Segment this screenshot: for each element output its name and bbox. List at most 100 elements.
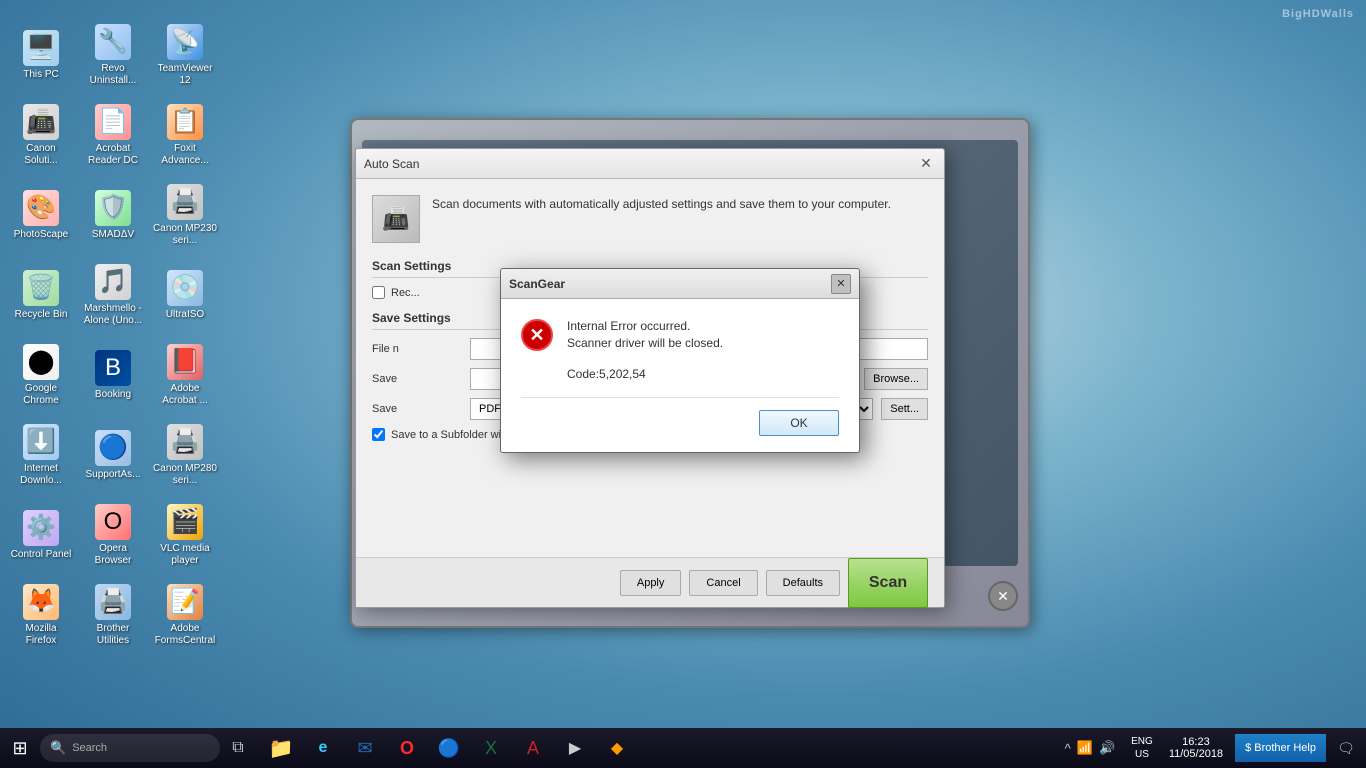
icon-image-ultraiso: 💿 [167,270,203,306]
cancel-button[interactable]: Cancel [689,570,757,596]
file-name-label: File n [372,343,462,355]
icon-label-foxit-advanced: Foxit Advance... [153,143,217,167]
icon-image-smadav: 🛡️ [95,190,131,226]
icon-label-revo-uninstall: Revo Uninstall... [81,63,145,87]
taskbar-app-outlook[interactable]: ✉ [344,728,386,768]
desktop-icon-adobe-forms[interactable]: 📝 Adobe FormsCentral [149,575,221,655]
system-tray: ^ 📶 🔊 [1057,728,1123,768]
search-box[interactable]: 🔍 Search [40,734,220,762]
icon-label-ultraiso: UltraISO [166,309,204,321]
lang-line2: US [1135,749,1149,760]
desktop-icon-photoscape[interactable]: 🎨 PhotoScape [5,175,77,255]
desktop-icon-google-chrome[interactable]: ⬤ Google Chrome [5,335,77,415]
scan-button[interactable]: Scan [848,558,928,608]
icon-label-brother-utilities: Brother Utilities [81,623,145,647]
icon-label-mozilla-firefox: Mozilla Firefox [9,623,73,647]
autoscan-footer: Apply Cancel Defaults Scan [356,557,944,607]
search-placeholder: Search [72,742,107,754]
recommended-label: Rec... [391,287,420,299]
desktop-icon-vlc[interactable]: 🎬 VLC media player [149,495,221,575]
desktop-icon-brother-utilities[interactable]: 🖨️ Brother Utilities [77,575,149,655]
recommended-checkbox[interactable] [372,286,385,299]
scangear-titlebar: ScanGear ✕ [501,269,859,299]
tray-volume-icon[interactable]: 🔊 [1099,740,1115,756]
desktop-icon-control-panel[interactable]: ⚙️ Control Panel [5,495,77,575]
desktop-icon-adobe-acrobat2[interactable]: 📕 Adobe Acrobat ... [149,335,221,415]
scan-icon: 📠 [372,195,420,243]
subfolder-checkbox[interactable] [372,428,385,441]
autoscan-title: Auto Scan [364,157,419,171]
icon-image-booking: B [95,350,131,386]
scangear-close-button[interactable]: ✕ [831,274,851,294]
desktop-icon-this-pc[interactable]: 🖥️ This PC [5,15,77,95]
desktop-icon-supportas[interactable]: 🔵 SupportAs... [77,415,149,495]
apply-button[interactable]: Apply [620,570,682,596]
tray-arrow-icon[interactable]: ^ [1065,741,1071,756]
icon-label-photoscape: PhotoScape [14,229,69,241]
taskbar-app-excel[interactable]: X [470,728,512,768]
error-line2: Scanner driver will be closed. [567,336,839,350]
autoscan-titlebar: Auto Scan ✕ [356,149,944,179]
desktop-icon-foxit-advanced[interactable]: 📋 Foxit Advance... [149,95,221,175]
icon-image-recycle-bin: 🗑️ [23,270,59,306]
icon-image-acrobat-reader: 📄 [95,104,131,140]
task-view-button[interactable]: ⧉ [220,728,256,768]
taskbar-app-file-explorer[interactable]: 📁 [260,728,302,768]
autoscan-close-button[interactable]: ✕ [916,154,936,174]
desktop-icon-recycle-bin[interactable]: 🗑️ Recycle Bin [5,255,77,335]
taskbar-app-other[interactable]: ◆ [596,728,638,768]
ok-button[interactable]: OK [759,410,839,436]
lang-line1: ENG [1131,736,1153,747]
icon-image-adobe-acrobat2: 📕 [167,344,203,380]
desktop-icon-opera-browser[interactable]: O Opera Browser [77,495,149,575]
icon-image-opera-browser: O [95,504,131,540]
desktop-icon-booking[interactable]: B Booking [77,335,149,415]
desktop-icon-internet-download[interactable]: ⬇️ Internet Downlo... [5,415,77,495]
desktop-icon-canon-mp280[interactable]: 🖨️ Canon MP280 seri... [149,415,221,495]
taskbar-app-acrobat[interactable]: A [512,728,554,768]
icon-image-vlc: 🎬 [167,504,203,540]
error-code: Code:5,202,54 [567,367,839,381]
taskbar: ⊞ 🔍 Search ⧉ 📁 e ✉ O 🔵 X A ▶ ◆ ^ 📶 🔊 ENG [0,728,1366,768]
desktop-icon-mozilla-firefox[interactable]: 🦊 Mozilla Firefox [5,575,77,655]
taskbar-app-google[interactable]: 🔵 [428,728,470,768]
brother-help-button[interactable]: $ Brother Help [1235,734,1326,762]
desktop-icon-canon-mp230[interactable]: 🖨️ Canon MP230 seri... [149,175,221,255]
icon-image-brother-utilities: 🖨️ [95,584,131,620]
ok-button-row: OK [521,397,839,436]
tray-network-icon[interactable]: 📶 [1077,740,1093,756]
icon-label-adobe-acrobat2: Adobe Acrobat ... [153,383,217,407]
icon-image-marshmello: 🎵 [95,264,131,300]
browse-button[interactable]: Browse... [864,368,928,390]
icon-label-supportas: SupportAs... [85,469,140,481]
desktop: BigHDWalls ✕ 🖥️ This PC 📠 Canon Soluti..… [0,0,1366,768]
scangear-dialog: ScanGear ✕ ✕ Internal Error occurred. Sc… [500,268,860,453]
desktop-icon-canon-solutions[interactable]: 📠 Canon Soluti... [5,95,77,175]
defaults-button[interactable]: Defaults [766,570,840,596]
icon-image-teamviewer: 📡 [167,24,203,60]
error-content-row: ✕ Internal Error occurred. Scanner drive… [521,319,839,351]
icon-label-this-pc: This PC [23,69,59,81]
desktop-icon-smadav[interactable]: 🛡️ SMADΔV [77,175,149,255]
icon-label-control-panel: Control Panel [11,549,72,561]
language-area[interactable]: ENG US [1127,735,1157,761]
desktop-icon-revo-uninstall[interactable]: 🔧 Revo Uninstall... [77,15,149,95]
taskbar-app-media[interactable]: ▶ [554,728,596,768]
settings-button[interactable]: Sett... [881,398,928,420]
desktop-icon-marshmello[interactable]: 🎵 Marshmello - Alone (Uno... [77,255,149,335]
icon-label-adobe-forms: Adobe FormsCentral [153,623,217,647]
scangear-body: ✕ Internal Error occurred. Scanner drive… [501,299,859,452]
desktop-icon-teamviewer[interactable]: 📡 TeamViewer 12 [149,15,221,95]
notifications-button[interactable]: 🗨 [1330,728,1362,768]
scanner-close-button[interactable]: ✕ [988,581,1018,611]
desktop-icon-acrobat-reader[interactable]: 📄 Acrobat Reader DC [77,95,149,175]
start-button[interactable]: ⊞ [0,728,40,768]
clock-time: 16:23 [1182,736,1210,748]
desktop-icon-ultraiso[interactable]: 💿 UltraISO [149,255,221,335]
icon-image-canon-solutions: 📠 [23,104,59,140]
clock-area[interactable]: 16:23 11/05/2018 [1161,728,1231,768]
taskbar-app-edge[interactable]: e [302,728,344,768]
taskbar-app-opera[interactable]: O [386,728,428,768]
icon-image-supportas: 🔵 [95,430,131,466]
icon-image-this-pc: 🖥️ [23,30,59,66]
